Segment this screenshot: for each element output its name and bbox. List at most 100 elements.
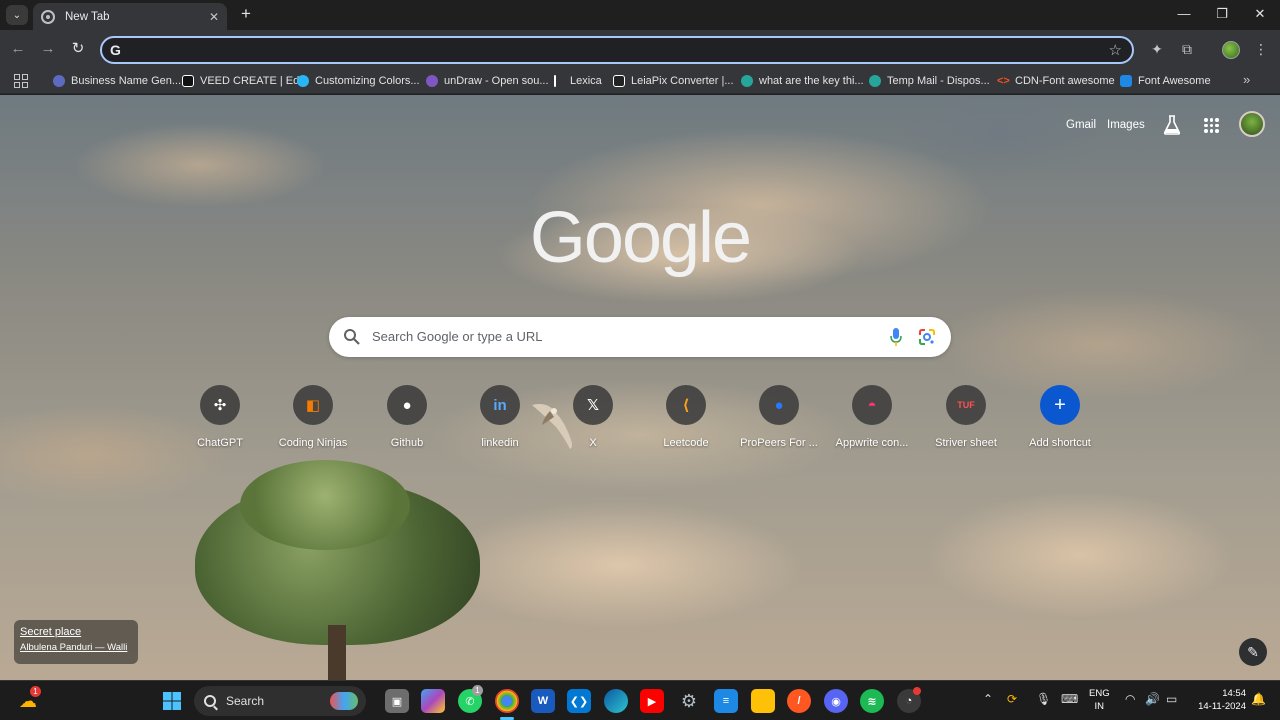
youtube-icon[interactable]: ▶ bbox=[640, 689, 664, 713]
background-author[interactable]: Albulena Panduri — Walli bbox=[20, 642, 132, 653]
github-icon: ● bbox=[387, 385, 427, 425]
images-link[interactable]: Images bbox=[1107, 119, 1145, 131]
bookmark-item[interactable]: what are the key thi... bbox=[741, 72, 864, 90]
bookmark-item[interactable]: Font Awesome bbox=[1120, 72, 1211, 90]
shortcut-tile[interactable]: ✣ ChatGPT bbox=[173, 383, 267, 463]
labs-flask-icon[interactable] bbox=[1163, 115, 1181, 135]
add-icon: + bbox=[1040, 385, 1080, 425]
background-tree-trunk bbox=[328, 625, 346, 680]
more-menu-icon[interactable]: ⋮ bbox=[1252, 40, 1270, 58]
shortcut-label: ChatGPT bbox=[197, 437, 243, 449]
task-view-icon[interactable]: ▣ bbox=[385, 689, 409, 713]
gmail-link[interactable]: Gmail bbox=[1066, 119, 1096, 131]
voice-search-icon[interactable] bbox=[889, 327, 903, 347]
shortcut-tile[interactable]: TUF Striver sheet bbox=[919, 383, 1013, 463]
google-lens-icon[interactable] bbox=[918, 328, 936, 346]
apps-grid-icon[interactable] bbox=[14, 74, 28, 88]
shortcut-tile[interactable]: ● ProPeers For ... bbox=[732, 383, 826, 463]
shortcut-tile[interactable]: ◓ Appwrite con... bbox=[825, 383, 919, 463]
file-explorer-icon[interactable] bbox=[751, 689, 775, 713]
volume-icon[interactable]: 🔊 bbox=[1145, 692, 1160, 706]
bookmark-star-icon[interactable]: ☆ bbox=[1109, 41, 1122, 59]
tray-app-icon[interactable]: ⟳ bbox=[1007, 692, 1017, 706]
shortcut-label: ProPeers For ... bbox=[740, 437, 818, 449]
bookmarks-bar: Business Name Gen... VEED CREATE | Edit … bbox=[0, 68, 1280, 94]
shortcut-tile[interactable]: ● Github bbox=[360, 383, 454, 463]
background-credit[interactable]: Secret place Albulena Panduri — Walli bbox=[14, 620, 138, 664]
windows-logo-icon bbox=[163, 692, 181, 710]
shortcut-tile[interactable]: in linkedin bbox=[453, 383, 547, 463]
edge-icon[interactable] bbox=[604, 689, 628, 713]
profile-avatar[interactable] bbox=[1222, 41, 1240, 59]
tab-new-tab[interactable]: New Tab ✕ bbox=[33, 3, 227, 30]
bookmark-item[interactable]: unDraw - Open sou... bbox=[426, 72, 549, 90]
clock[interactable]: 14:54 14-11-2024 bbox=[1190, 687, 1246, 713]
leetcode-icon: ⟨ bbox=[666, 385, 706, 425]
extensions-puzzle-icon[interactable]: ⧉ bbox=[1178, 40, 1196, 58]
spotify-icon[interactable]: ≋ bbox=[860, 689, 884, 713]
copilot-icon[interactable] bbox=[421, 689, 445, 713]
chrome-taskbar-icon[interactable] bbox=[495, 689, 519, 713]
word-icon[interactable]: W bbox=[531, 689, 555, 713]
close-window-button[interactable]: ✕ bbox=[1249, 6, 1271, 22]
notifications-bell-icon[interactable]: 🔔 bbox=[1251, 692, 1266, 706]
maximize-button[interactable]: ❐ bbox=[1211, 6, 1233, 22]
notepad-icon[interactable]: ≡ bbox=[714, 689, 738, 713]
vscode-icon[interactable]: ❮❯ bbox=[567, 689, 591, 713]
shortcut-tile[interactable]: ◧ Coding Ninjas bbox=[266, 383, 360, 463]
bookmark-item[interactable]: Temp Mail - Dispos... bbox=[869, 72, 990, 90]
keyboard-icon[interactable]: ⌨ bbox=[1061, 692, 1078, 706]
chrome-icon bbox=[41, 9, 55, 24]
bookmark-favicon-icon bbox=[53, 75, 65, 87]
search-icon bbox=[344, 329, 360, 345]
microphone-icon[interactable]: 🎙 bbox=[1036, 692, 1051, 706]
discord-icon[interactable]: ◉ bbox=[824, 689, 848, 713]
search-icon bbox=[204, 695, 216, 707]
wifi-icon[interactable]: ◠ bbox=[1125, 692, 1135, 706]
customize-chrome-button[interactable]: ✎ bbox=[1239, 638, 1267, 666]
copilot-highlight-icon bbox=[330, 692, 358, 710]
shortcut-tile[interactable]: ⟨ Leetcode bbox=[639, 383, 733, 463]
search-placeholder: Search Google or type a URL bbox=[372, 329, 543, 344]
x-icon: 𝕏 bbox=[573, 385, 613, 425]
tab-search-button[interactable]: ⌄ bbox=[6, 5, 28, 25]
bookmark-item[interactable]: Customizing Colors... bbox=[297, 72, 420, 90]
bookmarks-overflow-icon[interactable]: » bbox=[1243, 72, 1250, 87]
new-tab-page: Gmail Images Google Search Google or typ… bbox=[0, 95, 1280, 680]
minimize-button[interactable]: — bbox=[1173, 6, 1195, 21]
add-shortcut-tile[interactable]: + Add shortcut bbox=[1013, 383, 1107, 463]
coding-ninjas-icon: ◧ bbox=[293, 385, 333, 425]
bookmark-item[interactable]: VEED CREATE | Edit bbox=[182, 72, 305, 90]
drawing-app-icon[interactable]: / bbox=[787, 689, 811, 713]
shortcut-tile[interactable]: 𝕏 X bbox=[546, 383, 640, 463]
bookmark-favicon-icon bbox=[554, 75, 556, 87]
google-logo: Google bbox=[529, 198, 752, 278]
close-tab-icon[interactable]: ✕ bbox=[209, 10, 219, 24]
taskbar-search[interactable]: Search bbox=[194, 686, 366, 716]
bookmark-favicon-icon bbox=[869, 75, 881, 87]
battery-icon[interactable]: ▭ bbox=[1166, 692, 1177, 706]
code-bracket-icon: <> bbox=[997, 75, 1010, 87]
google-apps-icon[interactable] bbox=[1204, 118, 1219, 133]
back-button[interactable]: ← bbox=[8, 39, 28, 59]
input-language[interactable]: ENG IN bbox=[1089, 687, 1110, 713]
account-avatar[interactable] bbox=[1239, 111, 1265, 137]
new-tab-button[interactable]: + bbox=[236, 5, 256, 25]
settings-gear-icon[interactable]: ⚙ bbox=[677, 689, 701, 713]
ntp-search-box[interactable]: Search Google or type a URL bbox=[329, 317, 951, 357]
propeers-icon: ● bbox=[759, 385, 799, 425]
striver-icon: TUF bbox=[946, 385, 986, 425]
bookmark-item[interactable]: <> CDN-Font awesome bbox=[997, 72, 1115, 90]
reload-button[interactable]: ↻ bbox=[68, 39, 88, 59]
start-button[interactable] bbox=[160, 689, 184, 713]
background-title[interactable]: Secret place bbox=[20, 626, 132, 638]
bookmark-item[interactable]: Business Name Gen... bbox=[53, 72, 181, 90]
extension-icon[interactable]: ✦ bbox=[1148, 40, 1166, 58]
bookmark-item[interactable]: Lexica bbox=[554, 72, 602, 90]
notification-dot bbox=[913, 687, 921, 695]
taskbar: ☁ 1 Search ▣ ✆ 1 W ❮❯ ▶ ⚙ ≡ / ◉ ≋ ◔ ⌃ ⟳ … bbox=[0, 680, 1280, 720]
forward-button[interactable]: → bbox=[38, 39, 58, 59]
address-bar[interactable]: G ☆ bbox=[100, 36, 1134, 64]
bookmark-item[interactable]: LeiaPix Converter |... bbox=[613, 72, 734, 90]
tray-overflow-icon[interactable]: ⌃ bbox=[983, 692, 993, 706]
